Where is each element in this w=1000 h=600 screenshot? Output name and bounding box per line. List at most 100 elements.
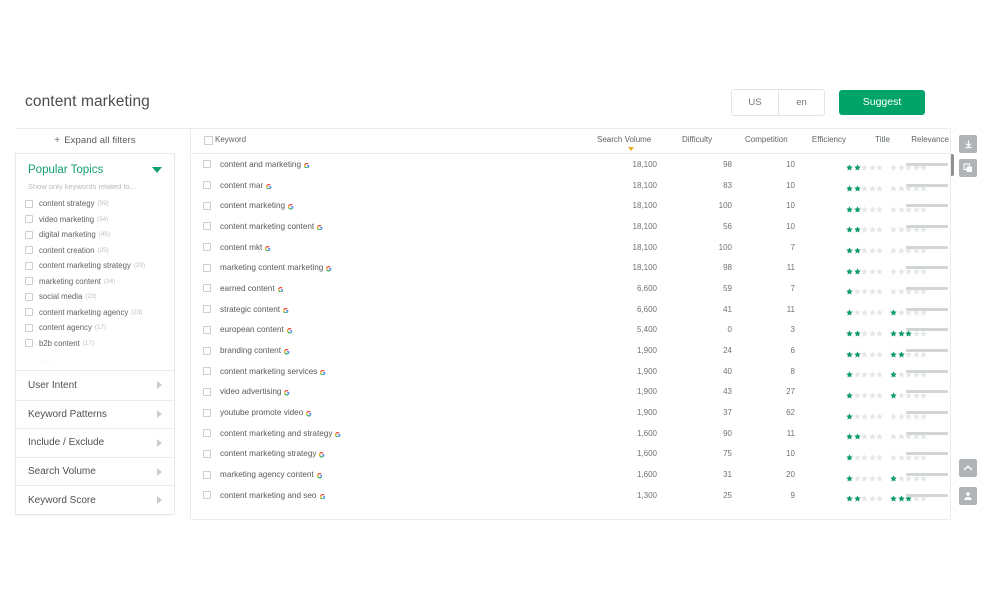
topic-label: marketing content — [39, 276, 101, 286]
topic-checkbox[interactable] — [25, 277, 33, 286]
competition-cell: 7 — [790, 283, 795, 293]
row-checkbox[interactable] — [203, 346, 211, 355]
download-button[interactable] — [959, 135, 977, 153]
topic-checkbox[interactable] — [25, 261, 33, 270]
star-icon — [853, 454, 861, 461]
table-row[interactable]: european content 5,400 0 3 — [191, 320, 950, 341]
topic-filter-item[interactable]: video marketing (54) — [25, 212, 166, 228]
topic-checkbox[interactable] — [25, 323, 33, 332]
topic-filter-item[interactable]: marketing content (24) — [25, 274, 166, 290]
sidebar-item-keyword-patterns[interactable]: Keyword Patterns — [16, 399, 174, 429]
row-checkbox[interactable] — [203, 243, 211, 252]
chevron-down-icon[interactable] — [152, 167, 162, 173]
google-icon — [286, 321, 293, 339]
sidebar-item-user-intent[interactable]: User Intent — [16, 371, 174, 400]
show-more-topics[interactable]: ... — [16, 355, 174, 370]
topic-checkbox[interactable] — [25, 215, 33, 224]
star-icon — [920, 454, 927, 461]
row-checkbox[interactable] — [203, 284, 211, 293]
topic-checkbox[interactable] — [25, 246, 33, 255]
topic-filter-item[interactable]: content creation (25) — [25, 243, 166, 259]
star-icon — [876, 247, 883, 254]
column-header-relevance[interactable]: Relevance — [911, 135, 949, 144]
scroll-to-top-button[interactable] — [959, 459, 977, 477]
table-row[interactable]: marketing agency content 1,600 31 20 — [191, 464, 950, 485]
topic-label: b2b content — [39, 338, 80, 348]
row-checkbox[interactable] — [203, 408, 211, 417]
popular-topics-header[interactable]: Popular Topics — [16, 154, 174, 182]
star-icon — [897, 309, 905, 316]
sidebar-item-label: Keyword Patterns — [28, 408, 107, 420]
sidebar-item-label: Include / Exclude — [28, 437, 105, 449]
row-checkbox[interactable] — [203, 470, 211, 479]
topic-checkbox[interactable] — [25, 339, 33, 348]
column-header-search-volume[interactable]: Search Volume — [597, 135, 657, 144]
topic-checkbox[interactable] — [25, 292, 33, 301]
row-checkbox[interactable] — [203, 367, 211, 376]
topic-checkbox[interactable] — [25, 199, 33, 208]
column-header-difficulty[interactable]: Difficulty — [682, 135, 732, 144]
table-row[interactable]: content marketing and seo 1,300 25 9 — [191, 485, 950, 506]
column-header-competition[interactable]: Competition — [745, 135, 795, 144]
topic-filter-item[interactable]: content marketing agency (23) — [25, 305, 166, 321]
sidebar-item-keyword-score[interactable]: Keyword Score — [16, 485, 174, 514]
topic-filter-item[interactable]: b2b content (17) — [25, 336, 166, 352]
table-row[interactable]: content mar 18,100 83 10 — [191, 175, 950, 196]
row-checkbox[interactable] — [203, 222, 211, 231]
table-row[interactable]: content marketing services 1,900 40 8 — [191, 361, 950, 382]
person-icon — [964, 492, 972, 500]
row-checkbox[interactable] — [203, 325, 211, 334]
topic-filter-item[interactable]: social media (23) — [25, 289, 166, 305]
row-checkbox[interactable] — [203, 491, 211, 500]
topic-filter-item[interactable]: content strategy (59) — [25, 196, 166, 212]
copy-button[interactable] — [959, 159, 977, 177]
select-all-checkbox[interactable] — [204, 136, 213, 145]
competition-cell: 10 — [786, 449, 795, 459]
table-row[interactable]: content marketing strategy 1,600 75 10 — [191, 444, 950, 465]
efficiency-rating — [846, 433, 883, 440]
language-selector[interactable]: en — [778, 89, 824, 115]
account-button[interactable] — [959, 487, 977, 505]
row-checkbox[interactable] — [203, 429, 211, 438]
table-row[interactable]: youtube promote video 1,900 37 62 — [191, 402, 950, 423]
keyword-cell: marketing content marketing — [220, 263, 324, 273]
table-row[interactable]: content marketing 18,100 100 10 — [191, 195, 950, 216]
star-icon — [890, 412, 897, 420]
table-row[interactable]: branding content 1,900 24 6 — [191, 340, 950, 361]
table-row[interactable]: content marketing and strategy 1,600 90 11 — [191, 423, 950, 444]
row-checkbox[interactable] — [203, 181, 211, 190]
row-checkbox[interactable] — [203, 449, 211, 458]
star-icon — [861, 309, 868, 316]
row-checkbox[interactable] — [203, 263, 211, 272]
competition-cell: 11 — [786, 263, 795, 273]
suggest-button[interactable]: Suggest — [839, 89, 925, 115]
table-row[interactable]: content marketing content 18,100 56 10 — [191, 216, 950, 237]
topic-checkbox[interactable] — [25, 308, 33, 317]
sidebar-item-search-volume[interactable]: Search Volume — [16, 456, 174, 486]
table-row[interactable]: content mkt 18,100 100 7 — [191, 237, 950, 258]
row-checkbox[interactable] — [203, 305, 211, 314]
star-icon — [897, 247, 905, 254]
table-row[interactable]: strategic content 6,600 41 11 — [191, 299, 950, 320]
table-row[interactable]: content and marketing 18,100 98 10 — [191, 154, 950, 175]
table-row[interactable]: marketing content marketing 18,100 98 11 — [191, 257, 950, 278]
search-volume-cell: 18,100 — [632, 159, 657, 169]
competition-cell: 10 — [786, 180, 795, 190]
row-checkbox[interactable] — [203, 160, 211, 169]
topic-filter-item[interactable]: content agency (17) — [25, 320, 166, 336]
topic-filter-item[interactable]: digital marketing (45) — [25, 227, 166, 243]
column-header-keyword[interactable]: Keyword — [215, 135, 246, 144]
row-checkbox[interactable] — [203, 201, 211, 210]
sidebar-item-include-exclude[interactable]: Include / Exclude — [16, 428, 174, 457]
topic-checkbox[interactable] — [25, 230, 33, 239]
row-checkbox[interactable] — [203, 387, 211, 396]
column-header-title[interactable]: Title — [875, 135, 890, 144]
country-selector[interactable]: US — [732, 89, 778, 115]
column-header-efficiency[interactable]: Efficiency — [812, 135, 846, 144]
topic-filter-item[interactable]: content marketing strategy (29) — [25, 258, 166, 274]
search-volume-cell: 1,600 — [636, 470, 657, 480]
expand-all-filters-button[interactable]: + Expand all filters — [15, 128, 175, 153]
topic-count: (25) — [97, 246, 109, 254]
table-row[interactable]: video advertising 1,900 43 27 — [191, 382, 950, 403]
table-row[interactable]: earned content 6,600 59 7 — [191, 278, 950, 299]
